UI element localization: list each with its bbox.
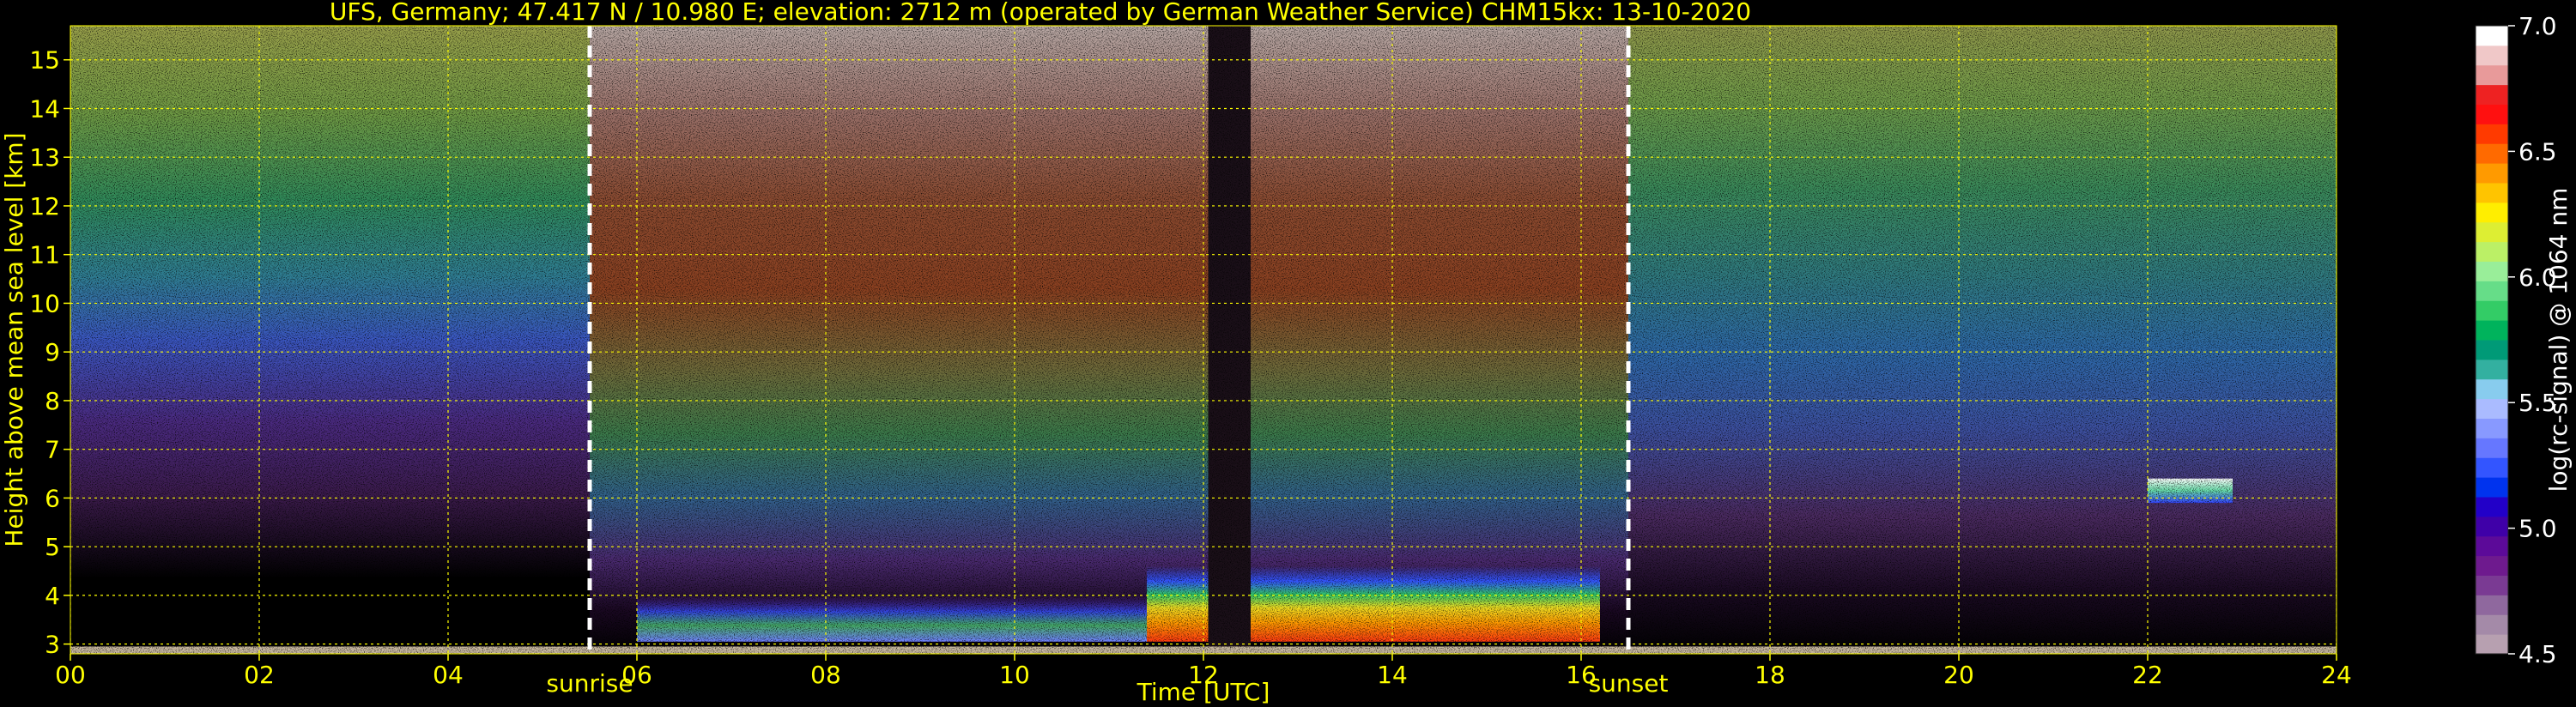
colorbar-step — [2476, 457, 2508, 478]
colorbar-steps — [2476, 26, 2508, 655]
colorbar-step — [2476, 497, 2508, 517]
colorbar-step — [2476, 45, 2508, 66]
colorbar: 4.55.05.56.06.57.0 log(rc-signal) @ 1064… — [2475, 12, 2573, 668]
colorbar-tick-label: 5.0 — [2518, 515, 2557, 543]
colorbar-step — [2476, 614, 2508, 635]
colorbar-step — [2476, 64, 2508, 86]
colorbar-step — [2476, 575, 2508, 595]
colorbar-step — [2476, 398, 2508, 419]
colorbar-step — [2476, 378, 2508, 400]
colorbar-step — [2476, 516, 2508, 537]
colorbar-step — [2476, 340, 2508, 360]
colorbar-step — [2476, 84, 2508, 105]
colorbar-step — [2476, 555, 2508, 576]
colorbar-step — [2476, 261, 2508, 281]
colorbar-step — [2476, 26, 2508, 46]
colorbar-step — [2476, 124, 2508, 144]
colorbar-step — [2476, 438, 2508, 458]
colorbar-step — [2476, 535, 2508, 557]
colorbar-step — [2476, 281, 2508, 301]
colorbar-step — [2476, 183, 2508, 203]
colorbar-step — [2476, 143, 2508, 164]
colorbar-tick-label: 6.5 — [2518, 137, 2557, 166]
colorbar-tick-label: 4.5 — [2518, 640, 2557, 668]
colorbar-step — [2476, 104, 2508, 124]
colorbar-step — [2476, 202, 2508, 223]
colorbar-step — [2476, 634, 2508, 655]
colorbar-step — [2476, 241, 2508, 262]
colorbar-step — [2476, 477, 2508, 498]
colorbar-step — [2476, 595, 2508, 615]
colorbar-step — [2476, 359, 2508, 380]
colorbar-step — [2476, 418, 2508, 438]
colorbar-step — [2476, 320, 2508, 341]
colorbar-step — [2476, 163, 2508, 184]
colorbar-step — [2476, 221, 2508, 243]
colorbar-tick-label: 7.0 — [2518, 12, 2557, 40]
colorbar-step — [2476, 300, 2508, 321]
colorbar-label: log(rc-signal) @ 1064 nm — [2544, 188, 2573, 492]
